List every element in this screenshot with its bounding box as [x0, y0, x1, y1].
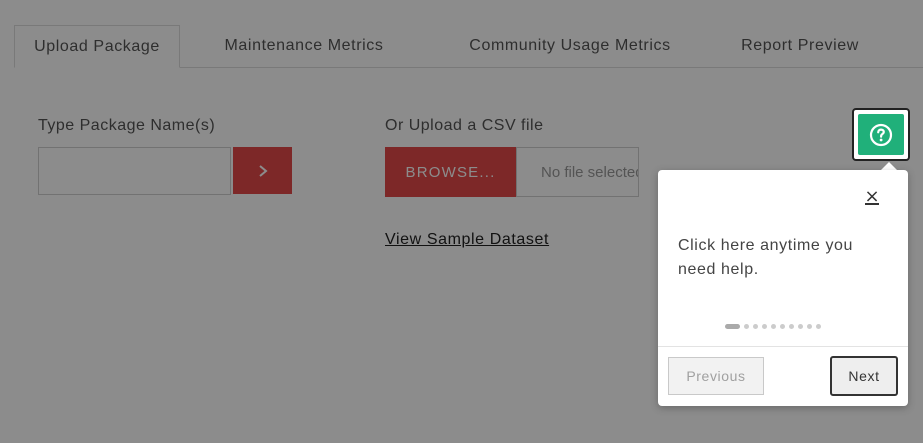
help-button[interactable] — [858, 114, 904, 155]
tour-step-dot — [725, 323, 740, 329]
tour-step-dot — [753, 323, 758, 329]
popover-arrow — [881, 162, 897, 170]
tour-step-dot — [816, 323, 821, 329]
close-icon[interactable]: × — [863, 187, 881, 207]
tour-step-dot — [807, 323, 812, 329]
previous-button[interactable]: Previous — [668, 357, 764, 395]
tour-step-dot — [789, 323, 794, 329]
next-button[interactable]: Next — [830, 356, 898, 396]
question-circle-icon — [869, 123, 893, 146]
tour-step-dot — [762, 323, 767, 329]
tour-step-dot — [771, 323, 776, 329]
tour-step-dot — [798, 323, 803, 329]
tour-step-dot — [780, 323, 785, 329]
popover-divider — [658, 346, 908, 347]
tour-step-dot — [744, 323, 749, 329]
tour-message: Click here anytime you need help. — [678, 237, 854, 278]
tour-progress-dots — [725, 323, 821, 329]
